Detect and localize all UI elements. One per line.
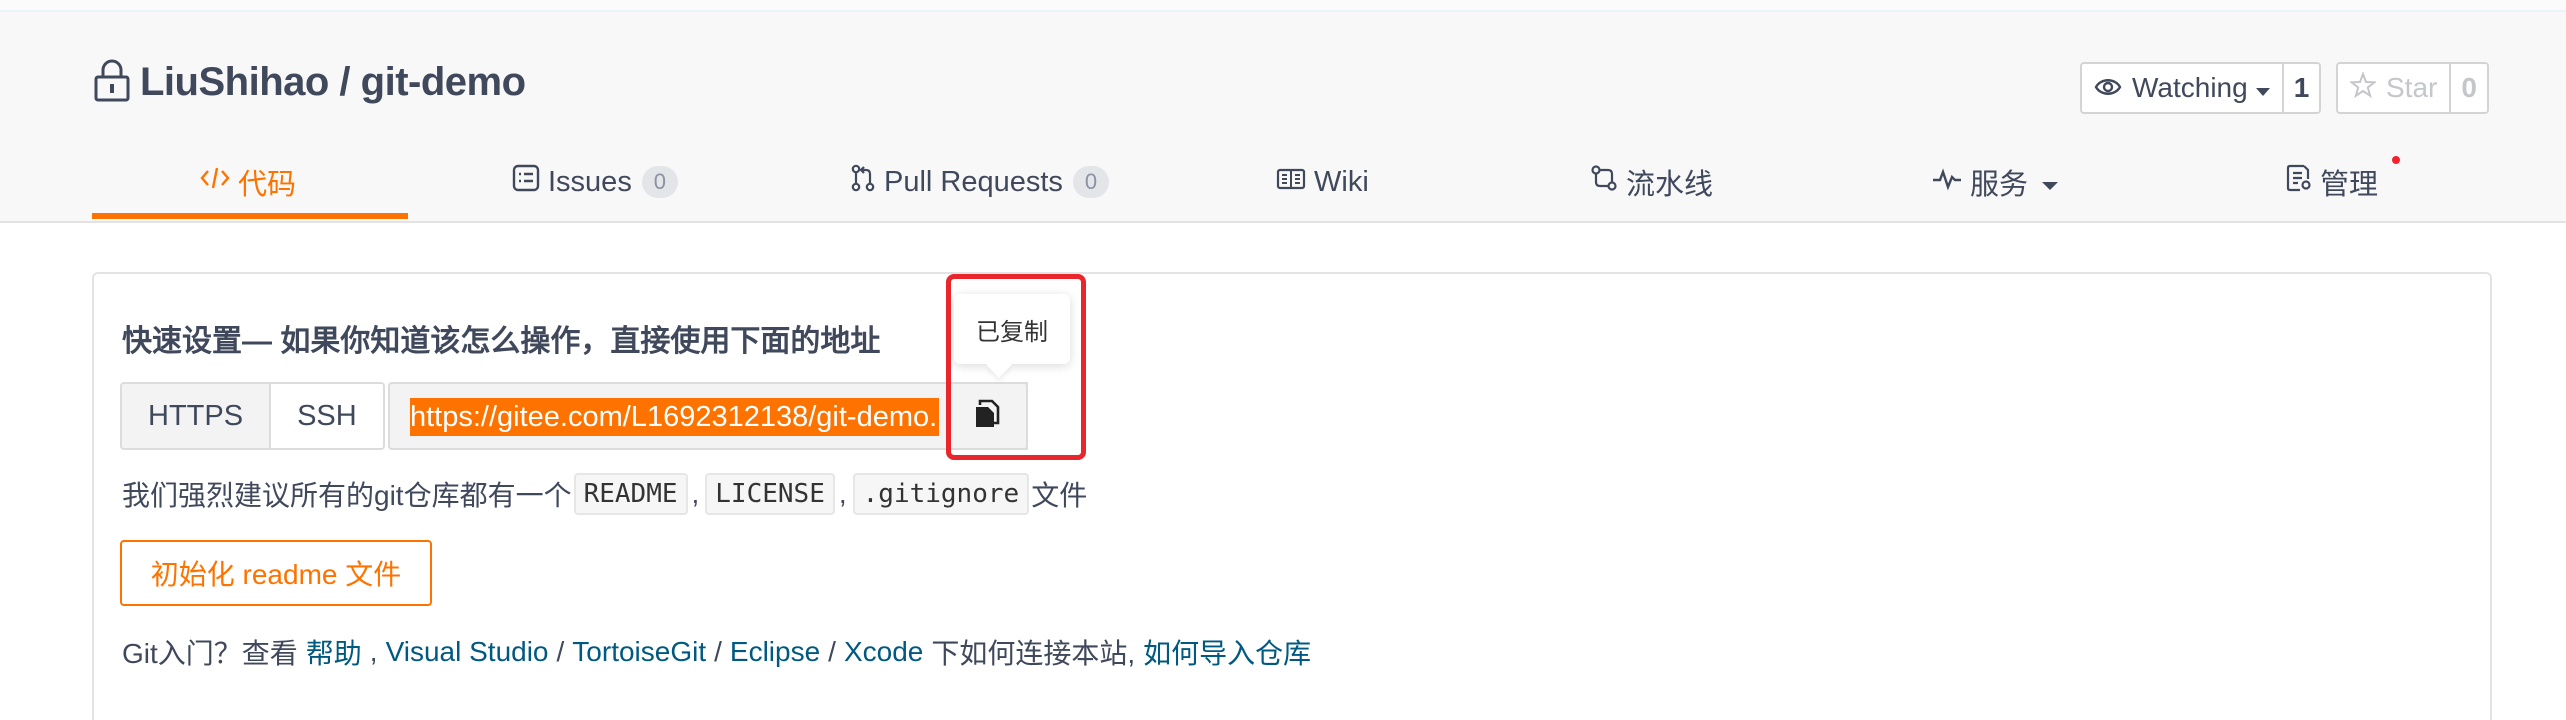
clone-url-text: https://gitee.com/L1692312138/git-demo. xyxy=(410,398,940,436)
readme-code: README xyxy=(573,473,688,515)
tab-wiki[interactable]: Wiki xyxy=(1276,152,1369,212)
watch-control: Watching 1 xyxy=(2080,62,2322,114)
repo-title: LiuShihao / git-demo xyxy=(92,52,526,112)
ssh-button[interactable]: SSH xyxy=(269,384,383,448)
stars-count[interactable]: 0 xyxy=(2451,62,2489,114)
tab-manage[interactable]: 管理 xyxy=(2286,152,2378,212)
comma-separator: , xyxy=(691,478,700,509)
xcode-link[interactable]: Xcode xyxy=(844,636,923,668)
tab-pull-requests[interactable]: Pull Requests 0 xyxy=(850,152,1109,212)
star-icon xyxy=(2348,70,2386,105)
tab-code-label: 代码 xyxy=(238,169,297,201)
license-code: LICENSE xyxy=(705,473,835,515)
help-link[interactable]: 帮助 xyxy=(306,632,362,672)
star-button[interactable]: Star xyxy=(2336,62,2452,114)
tab-pipeline-label: 流水线 xyxy=(1626,169,1714,201)
repo-tabs: 代码 Issues 0 Pull Requests 0 Wiki 流水线 服务 xyxy=(92,152,2492,223)
tab-issues-label: Issues xyxy=(548,165,632,198)
pull-request-icon xyxy=(850,164,884,200)
tab-services[interactable]: 服务 xyxy=(1932,152,2066,212)
pipeline-icon xyxy=(1590,164,1626,200)
quick-setup-title: 快速设置— 如果你知道该怎么操作，直接使用下面的地址 xyxy=(122,325,881,358)
eye-icon xyxy=(2094,72,2132,104)
clone-url-input[interactable]: https://gitee.com/L1692312138/git-demo. xyxy=(388,382,1028,450)
active-tab-indicator xyxy=(92,213,408,219)
watching-label: Watching xyxy=(2132,72,2248,103)
caret-down-icon xyxy=(2255,72,2270,104)
notification-dot xyxy=(2392,156,2400,164)
caret-down-icon xyxy=(2042,166,2066,199)
issues-icon xyxy=(512,164,548,200)
issues-count-badge: 0 xyxy=(641,166,678,198)
gitignore-code: .gitignore xyxy=(852,473,1030,515)
comma-separator: , xyxy=(838,478,847,509)
watching-button[interactable]: Watching xyxy=(2080,62,2284,114)
init-readme-button[interactable]: 初始化 readme 文件 xyxy=(120,540,432,606)
https-button[interactable]: HTTPS xyxy=(122,384,270,448)
tab-wiki-label: Wiki xyxy=(1314,165,1369,198)
lock-icon xyxy=(92,57,140,108)
tab-code[interactable]: 代码 xyxy=(200,152,296,212)
help-prefix: Git入门？查看 xyxy=(122,638,298,669)
recommend-text: 我们强烈建议所有的git仓库都有一个 README , LICENSE , .g… xyxy=(122,470,1087,518)
manage-icon xyxy=(2286,164,2320,200)
pulse-icon xyxy=(1932,166,1970,199)
comma-separator: , xyxy=(369,636,378,667)
protocol-toggle: HTTPS SSH xyxy=(120,382,385,450)
tab-pipeline[interactable]: 流水线 xyxy=(1590,152,1713,212)
slash-separator: / xyxy=(828,636,836,667)
tab-pull-requests-label: Pull Requests xyxy=(884,165,1063,198)
watchers-count[interactable]: 1 xyxy=(2283,62,2322,114)
visual-studio-link[interactable]: Visual Studio xyxy=(386,636,549,668)
code-icon xyxy=(200,165,238,199)
slash-separator: / xyxy=(714,636,722,667)
star-control: Star 0 xyxy=(2336,62,2489,114)
book-icon xyxy=(1276,166,1314,199)
import-repo-link[interactable]: 如何导入仓库 xyxy=(1143,632,1311,672)
recommend-suffix: 文件 xyxy=(1031,480,1088,511)
tortoisegit-link[interactable]: TortoiseGit xyxy=(572,636,706,668)
pull-requests-count-badge: 0 xyxy=(1072,166,1109,198)
repo-name-link[interactable]: LiuShihao / git-demo xyxy=(140,60,526,105)
tab-services-label: 服务 xyxy=(1970,169,2029,201)
tab-manage-label: 管理 xyxy=(2320,169,2379,201)
tab-issues[interactable]: Issues 0 xyxy=(512,152,678,212)
help-middle-text: 下如何连接本站, xyxy=(931,638,1136,669)
slash-separator: / xyxy=(556,636,565,667)
recommend-prefix: 我们强烈建议所有的git仓库都有一个 xyxy=(122,480,572,511)
star-label: Star xyxy=(2386,72,2438,103)
eclipse-link[interactable]: Eclipse xyxy=(730,636,820,668)
top-strip xyxy=(0,0,2566,12)
git-help-line: Git入门？查看 帮助 , Visual Studio / TortoiseGi… xyxy=(122,630,1311,674)
highlight-frame xyxy=(946,274,1086,460)
